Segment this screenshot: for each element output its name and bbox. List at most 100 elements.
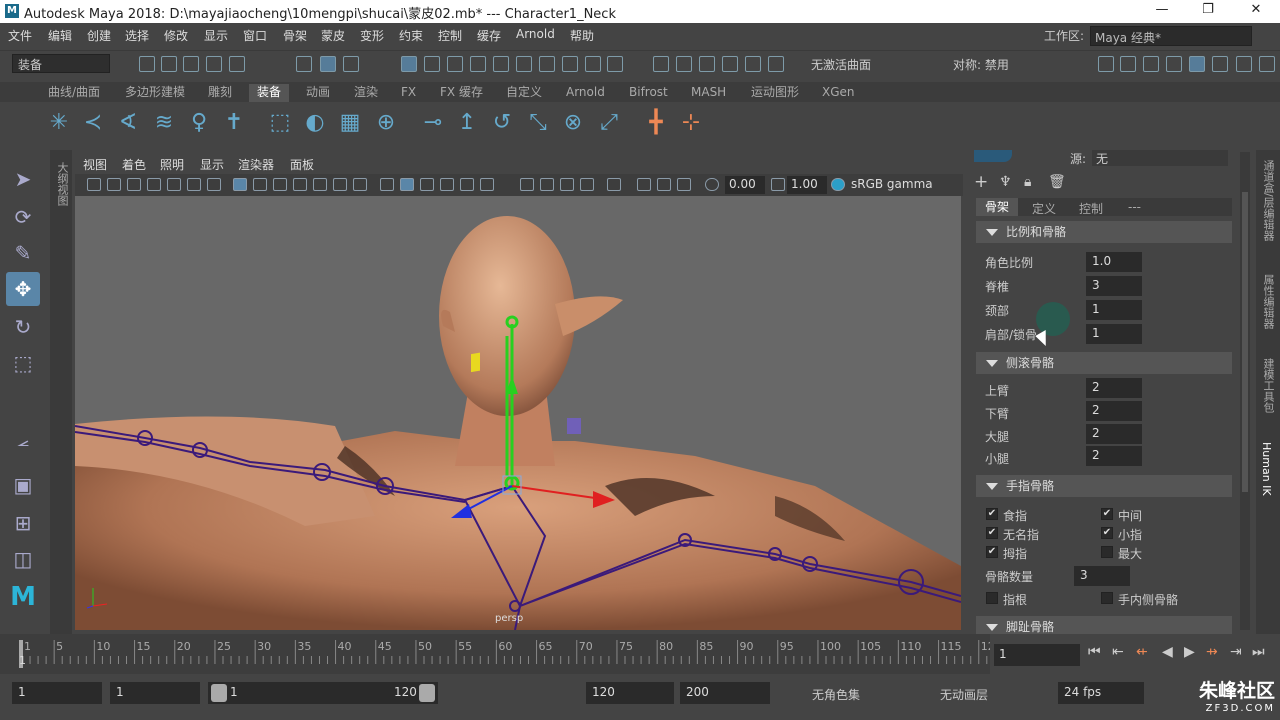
playback-start-field[interactable]: 1 xyxy=(110,682,200,704)
human-ik-icon[interactable]: ✝ xyxy=(219,108,249,138)
snap-projected-icon[interactable] xyxy=(470,56,486,72)
gamma-field[interactable]: 1.00 xyxy=(787,176,827,194)
checkbox-pinky[interactable]: ✔ xyxy=(1101,527,1113,539)
smooth-shade-icon[interactable] xyxy=(400,178,414,191)
menu-edit[interactable]: 编辑 xyxy=(48,27,72,44)
tab-fx[interactable]: FX xyxy=(393,84,424,102)
wireframe-icon[interactable] xyxy=(380,178,394,191)
select-hierarchy-icon[interactable] xyxy=(296,56,312,72)
2d-pan-zoom-icon[interactable] xyxy=(207,178,221,191)
go-to-end-icon[interactable]: ⏭ xyxy=(1252,644,1265,660)
redo-icon[interactable] xyxy=(229,56,245,72)
single-pane-icon[interactable]: ▣ xyxy=(6,468,40,502)
resolution-gate-icon[interactable] xyxy=(273,178,287,191)
history-icon[interactable] xyxy=(539,56,555,72)
last-tool-icon[interactable]: ⦟ xyxy=(6,422,40,456)
four-pane-icon[interactable]: ⊞ xyxy=(6,506,40,540)
scene-end-field[interactable]: 200 xyxy=(680,682,770,704)
undo-icon[interactable] xyxy=(206,56,222,72)
field-upper-arm[interactable]: 2 xyxy=(1086,378,1142,398)
tab-rendering[interactable]: 渲染 xyxy=(346,84,386,102)
section-finger-bones[interactable]: 手指骨骼 xyxy=(976,475,1232,497)
viewport-3d[interactable]: persp xyxy=(75,196,961,630)
character-controls-icon[interactable] xyxy=(1120,56,1136,72)
xray-joints-icon[interactable] xyxy=(677,178,691,191)
tab-xgen[interactable]: XGen xyxy=(814,84,863,102)
scale-constraint-icon[interactable]: ⤡ xyxy=(523,108,553,138)
minimize-button[interactable]: — xyxy=(1152,2,1172,20)
channel-box-icon[interactable] xyxy=(1189,56,1205,72)
paint-weights-icon[interactable]: ◐ xyxy=(300,108,330,138)
tab-channel-box[interactable]: 通道盒/层编辑器 xyxy=(1260,160,1276,241)
viewport-menu-lighting[interactable]: 照明 xyxy=(160,156,184,173)
scale-tool-icon[interactable]: ⬚ xyxy=(6,346,40,380)
field-neck[interactable]: 1 xyxy=(1086,300,1142,320)
maya-home-icon[interactable]: M xyxy=(6,580,40,614)
field-character-scale[interactable]: 1.0 xyxy=(1086,252,1142,272)
tab-custom[interactable]: 自定义 xyxy=(498,84,550,102)
xray-icon[interactable] xyxy=(637,178,651,191)
make-live-icon[interactable] xyxy=(516,56,532,72)
menu-deform[interactable]: 变形 xyxy=(360,27,384,44)
outliner-label[interactable]: 大纲视图 xyxy=(54,162,70,206)
snap-point-icon[interactable] xyxy=(447,56,463,72)
play-forward-icon[interactable]: ▶ xyxy=(1184,644,1195,660)
step-forward-frame-icon[interactable]: ⇸ xyxy=(1206,644,1218,660)
field-shoulder[interactable]: 1 xyxy=(1086,324,1142,344)
close-button[interactable]: ✕ xyxy=(1246,2,1266,20)
shadows-icon[interactable] xyxy=(520,178,534,191)
maximize-button[interactable]: ❐ xyxy=(1198,2,1218,20)
rotate-tool-icon[interactable]: ↻ xyxy=(6,310,40,344)
lattice-icon[interactable]: ▦ xyxy=(335,108,365,138)
checkbox-in-hand[interactable] xyxy=(1101,592,1113,604)
time-slider[interactable]: 1 5 10 15 20 25 30 35 40 45 50 55 60 65 70 75 80 85 90 95 10… xyxy=(0,634,995,674)
tab-more[interactable]: --- xyxy=(1128,200,1141,214)
wireframe-on-shaded-icon[interactable] xyxy=(440,178,454,191)
fps-dropdown[interactable]: 24 fps xyxy=(1058,682,1144,704)
safe-title-icon[interactable] xyxy=(353,178,367,191)
bind-skin-icon[interactable]: ⬚ xyxy=(265,108,295,138)
layout-two-icon[interactable] xyxy=(1236,56,1252,72)
field-bone-count[interactable]: 3 xyxy=(1074,566,1130,586)
tab-poly-modeling[interactable]: 多边形建模 xyxy=(117,84,193,102)
select-object-icon[interactable] xyxy=(320,56,336,72)
tab-sculpting[interactable]: 雕刻 xyxy=(200,84,240,102)
parent-constraint-icon[interactable]: ⊗ xyxy=(558,108,588,138)
outliner-strip[interactable]: 大纲视图 xyxy=(50,150,72,634)
point-constraint-icon[interactable]: ⊸ xyxy=(418,108,448,138)
render-settings-icon[interactable] xyxy=(722,56,738,72)
step-back-frame-icon[interactable]: ⇷ xyxy=(1136,644,1148,660)
color-space-label[interactable]: sRGB gamma xyxy=(847,176,955,194)
snap-curve-icon[interactable] xyxy=(424,56,440,72)
ambient-occlusion-icon[interactable] xyxy=(540,178,554,191)
field-thigh[interactable]: 2 xyxy=(1086,424,1142,444)
checkbox-finger-base[interactable] xyxy=(986,592,998,604)
exposure-field[interactable]: 0.00 xyxy=(725,176,765,194)
grid-icon[interactable] xyxy=(233,178,247,191)
delete-icon[interactable]: 🗑︎ xyxy=(1048,174,1066,190)
unlock-icon[interactable] xyxy=(607,56,623,72)
menu-window[interactable]: 窗口 xyxy=(243,27,267,44)
tab-skeleton[interactable]: 骨架 xyxy=(976,198,1018,216)
safe-action-icon[interactable] xyxy=(333,178,347,191)
color-management-icon[interactable] xyxy=(831,178,845,191)
menu-arnold[interactable]: Arnold xyxy=(516,27,555,41)
tab-controls[interactable]: 控制 xyxy=(1079,200,1103,217)
lock-icon[interactable] xyxy=(585,56,601,72)
hypershade-icon[interactable] xyxy=(745,56,761,72)
layout-four-icon[interactable] xyxy=(1259,56,1275,72)
tab-rigging[interactable]: 装备 xyxy=(249,84,290,102)
open-scene-icon[interactable] xyxy=(161,56,177,72)
tab-modeling-toolkit[interactable]: 建模工具包 xyxy=(1260,358,1276,413)
pole-vector-icon[interactable]: ⤢ xyxy=(594,108,624,138)
tab-mash[interactable]: MASH xyxy=(683,84,734,102)
character-set-dropdown[interactable]: 无角色集 xyxy=(812,686,860,703)
tab-motion-graphics[interactable]: 运动图形 xyxy=(743,84,807,102)
lights-icon[interactable] xyxy=(480,178,494,191)
step-forward-key-icon[interactable]: ⇥ xyxy=(1230,644,1242,660)
viewport-menu-renderer[interactable]: 渲染器 xyxy=(238,156,274,173)
lock-skeleton-icon[interactable]: 🔒︎ xyxy=(1024,174,1031,190)
range-start-handle[interactable] xyxy=(211,684,227,702)
anti-aliasing-icon[interactable] xyxy=(580,178,594,191)
motion-blur-icon[interactable] xyxy=(560,178,574,191)
